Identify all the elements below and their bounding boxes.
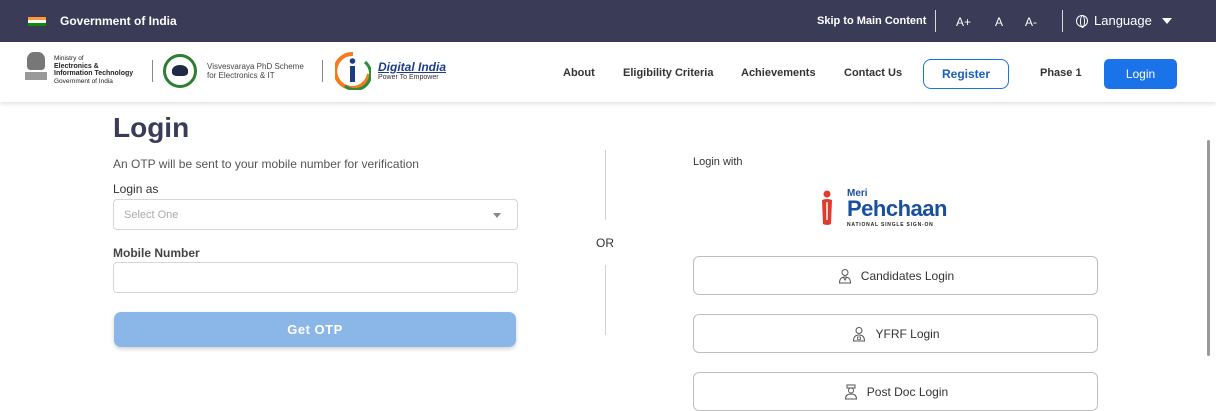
digital-india-title: Digital India: [378, 60, 447, 74]
post-doc-login-button[interactable]: Post Doc Login: [693, 372, 1098, 411]
brand-pehchaan: Pehchaan: [847, 196, 947, 221]
language-label: Language: [1094, 13, 1152, 28]
get-otp-button[interactable]: Get OTP: [114, 312, 516, 347]
ministry-line: Electronics &: [54, 62, 99, 70]
site-header: Ministry of Electronics & Information Te…: [0, 42, 1216, 102]
digital-india-text: Digital India Power To Empower: [378, 60, 446, 81]
yfrf-icon: [853, 326, 866, 341]
digital-india-logo: [335, 52, 371, 90]
post-doc-login-label: Post Doc Login: [866, 384, 949, 399]
visvesvaraya-logo: [163, 54, 197, 88]
login-as-placeholder: Select One: [124, 209, 179, 221]
yfrf-login-label: YFRF Login: [875, 326, 940, 341]
font-increase-button[interactable]: A+: [956, 15, 971, 29]
candidates-login-label: Candidates Login: [860, 268, 955, 283]
india-flag-icon: [28, 17, 46, 26]
divider: [1062, 10, 1063, 32]
scheme-line: Visvesvaraya PhD Scheme: [207, 62, 304, 71]
nav-achievements[interactable]: Achievements: [741, 67, 816, 79]
globe-icon: [1076, 14, 1088, 28]
postdoc-icon: [844, 384, 857, 399]
divider-line: [605, 265, 606, 335]
skip-to-main-link[interactable]: Skip to Main Content: [817, 15, 926, 27]
ministry-logo-text: Ministry of Electronics & Information Te…: [54, 55, 133, 85]
mobile-number-label: Mobile Number: [113, 246, 200, 260]
register-button[interactable]: Register: [923, 59, 1009, 89]
font-normal-button[interactable]: A: [995, 15, 1003, 29]
dropdown-arrow-icon: [493, 213, 501, 218]
meri-pehchaan-logo[interactable]: Meri Pehchaan NATIONAL SINGLE SIGN-ON: [817, 188, 977, 232]
otp-note: An OTP will be sent to your mobile numbe…: [113, 157, 419, 171]
nav-eligibility-criteria[interactable]: Eligibility Criteria: [623, 67, 713, 79]
or-separator: OR: [596, 236, 614, 250]
national-emblem-logo: [22, 52, 50, 88]
divider-line: [605, 150, 606, 220]
scheme-line: for Electronics & IT: [207, 71, 275, 80]
mobile-number-input[interactable]: [113, 262, 518, 293]
scheme-logo-text: Visvesvaraya PhD Scheme for Electronics …: [207, 62, 304, 80]
font-decrease-button[interactable]: A-: [1025, 15, 1037, 29]
digital-india-tagline: Power To Empower: [378, 74, 439, 81]
page-title: Login: [113, 112, 190, 143]
ministry-line: Ministry of: [54, 55, 84, 62]
nav-phase-1[interactable]: Phase 1: [1040, 67, 1082, 79]
gov-top-bar: Government of India Skip to Main Content…: [0, 0, 1216, 42]
nav-contact-us[interactable]: Contact Us: [844, 67, 902, 79]
scrollbar[interactable]: [1207, 140, 1210, 356]
pehchaan-figure-icon: [822, 190, 832, 225]
candidates-login-button[interactable]: Candidates Login: [693, 256, 1098, 295]
divider: [935, 10, 936, 32]
candidate-icon: [838, 268, 851, 283]
ministry-line: Government of India: [54, 77, 113, 85]
nav-about[interactable]: About: [563, 67, 595, 79]
logo-divider: [322, 60, 323, 82]
language-selector[interactable]: Language: [1076, 13, 1172, 28]
ministry-line: Information Technology: [54, 70, 134, 77]
caret-down-icon: [1161, 17, 1172, 24]
header-login-button[interactable]: Login: [1104, 59, 1177, 89]
brand-tagline: NATIONAL SINGLE SIGN-ON: [847, 222, 934, 228]
login-as-label: Login as: [113, 182, 159, 196]
yfrf-login-button[interactable]: YFRF Login: [693, 314, 1098, 353]
gov-title: Government of India: [60, 14, 177, 28]
login-as-select[interactable]: Select One: [113, 199, 518, 230]
logo-divider: [152, 60, 153, 82]
login-with-label: Login with: [693, 156, 743, 168]
